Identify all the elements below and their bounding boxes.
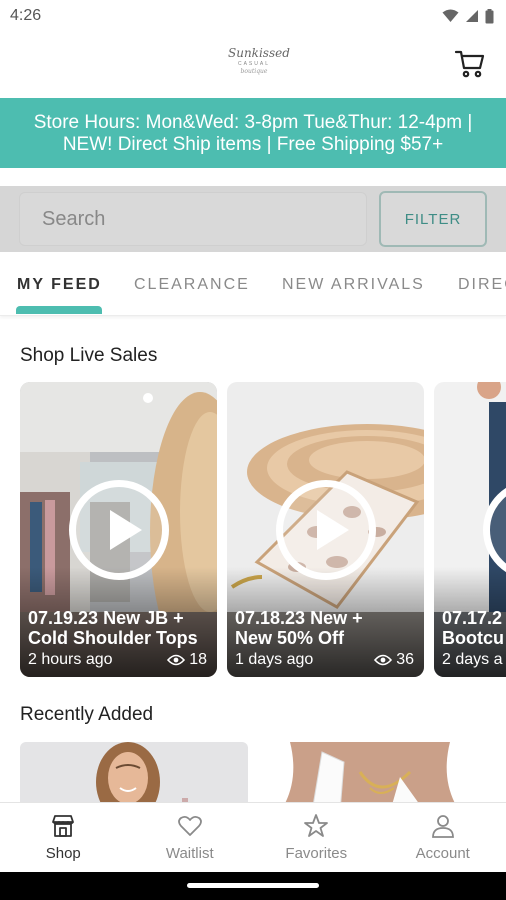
eye-icon (374, 654, 393, 666)
live-sale-title-line-1: 07.19.23 New JB + (28, 608, 184, 628)
play-icon[interactable] (276, 480, 376, 580)
nav-shop-label: Shop (45, 845, 81, 862)
play-icon[interactable] (69, 480, 169, 580)
live-sale-meta: 2 hours ago 18 (28, 651, 207, 669)
live-sale-card[interactable]: 07.19.23 New JB + Cold Shoulder Tops 2 h… (20, 382, 217, 677)
cart-button[interactable] (454, 48, 486, 80)
feed-tabs: MY FEED CLEARANCE NEW ARRIVALS DIREC (0, 252, 506, 316)
status-bar: 4:26 (0, 0, 506, 32)
live-sale-card[interactable]: 07.17.2 Bootcu 2 days a (434, 382, 506, 677)
nav-favorites-label: Favorites (285, 845, 348, 862)
live-sale-time: 2 hours ago (28, 651, 113, 668)
live-sale-title-line-2: New 50% Off (235, 628, 345, 648)
nav-account-label: Account (415, 845, 470, 862)
live-sales-title: Shop Live Sales (20, 345, 158, 366)
live-sale-title-line-2: Cold Shoulder Tops (28, 628, 198, 648)
search-bar: Search FILTER (0, 186, 506, 252)
product-card[interactable] (20, 742, 248, 802)
search-input[interactable]: Search (19, 192, 367, 246)
status-icons (442, 8, 494, 24)
wifi-icon (442, 9, 459, 22)
store-logo[interactable]: Sunkissed CASUAL boutique (228, 46, 290, 80)
live-sale-title-line-2: Bootcu (442, 628, 504, 648)
nav-waitlist-label: Waitlist (165, 845, 214, 862)
heart-icon (177, 815, 202, 836)
recently-added-title: Recently Added (20, 704, 154, 725)
product-card[interactable] (260, 742, 488, 802)
product-image (20, 742, 248, 802)
person-icon (431, 815, 454, 838)
battery-icon (485, 8, 494, 23)
tab-my-feed[interactable]: MY FEED (17, 276, 102, 294)
nav-waitlist[interactable]: Waitlist (127, 803, 254, 872)
tab-new-arrivals[interactable]: NEW ARRIVALS (282, 276, 425, 294)
live-sale-view-count: 36 (396, 651, 414, 668)
system-navigation-bar (0, 872, 506, 900)
nav-account[interactable]: Account (380, 803, 506, 872)
logo-main-text: Sunkissed (228, 46, 290, 60)
logo-sub-text: CASUAL (237, 61, 270, 67)
shop-icon (52, 815, 75, 837)
banner-line-1: Store Hours: Mon&Wed: 3-8pm Tue&Thur: 12… (33, 112, 473, 133)
live-sale-title: 07.19.23 New JB + Cold Shoulder Tops (28, 608, 217, 648)
recently-added-carousel (20, 742, 506, 802)
live-sale-meta: 1 days ago 36 (235, 651, 414, 669)
product-image (260, 742, 488, 802)
live-sale-views: 18 (167, 651, 207, 669)
live-sale-title-line-1: 07.17.2 (442, 608, 503, 628)
live-sale-time: 1 days ago (235, 651, 314, 668)
nav-favorites[interactable]: Favorites (253, 803, 380, 872)
filter-button[interactable]: FILTER (379, 191, 487, 247)
app-header: Sunkissed CASUAL boutique (0, 32, 506, 98)
active-tab-indicator (16, 306, 102, 314)
cart-icon (454, 50, 485, 78)
live-sale-views: 36 (374, 651, 414, 669)
logo-tag-text: boutique (240, 68, 268, 75)
status-time: 4:26 (10, 7, 42, 24)
live-sale-view-count: 18 (189, 651, 207, 668)
star-icon (304, 814, 329, 837)
live-sale-card[interactable]: 07.18.23 New + New 50% Off 1 days ago 36 (227, 382, 424, 677)
app-screen: 4:26 Sunkissed CASUAL boutique Store Hou… (0, 0, 506, 900)
home-gesture-handle[interactable] (187, 883, 319, 888)
bottom-navigation: Shop Waitlist Favorites Account (0, 802, 506, 872)
live-sale-title: 07.17.2 Bootcu (442, 608, 506, 648)
tab-direct[interactable]: DIREC (458, 276, 506, 294)
tab-clearance[interactable]: CLEARANCE (134, 276, 250, 294)
eye-icon (167, 654, 186, 666)
live-sales-carousel: 07.19.23 New JB + Cold Shoulder Tops 2 h… (20, 382, 506, 678)
store-hours-banner: Store Hours: Mon&Wed: 3-8pm Tue&Thur: 12… (0, 98, 506, 168)
signal-icon (466, 10, 478, 22)
live-sale-time: 2 days a (442, 651, 503, 668)
live-sale-title: 07.18.23 New + New 50% Off (235, 608, 424, 648)
banner-line-2: NEW! Direct Ship items | Free Shipping $… (62, 134, 444, 155)
live-sale-meta: 2 days a (442, 651, 506, 669)
live-sale-title-line-1: 07.18.23 New + (235, 608, 363, 628)
nav-shop[interactable]: Shop (0, 803, 127, 872)
